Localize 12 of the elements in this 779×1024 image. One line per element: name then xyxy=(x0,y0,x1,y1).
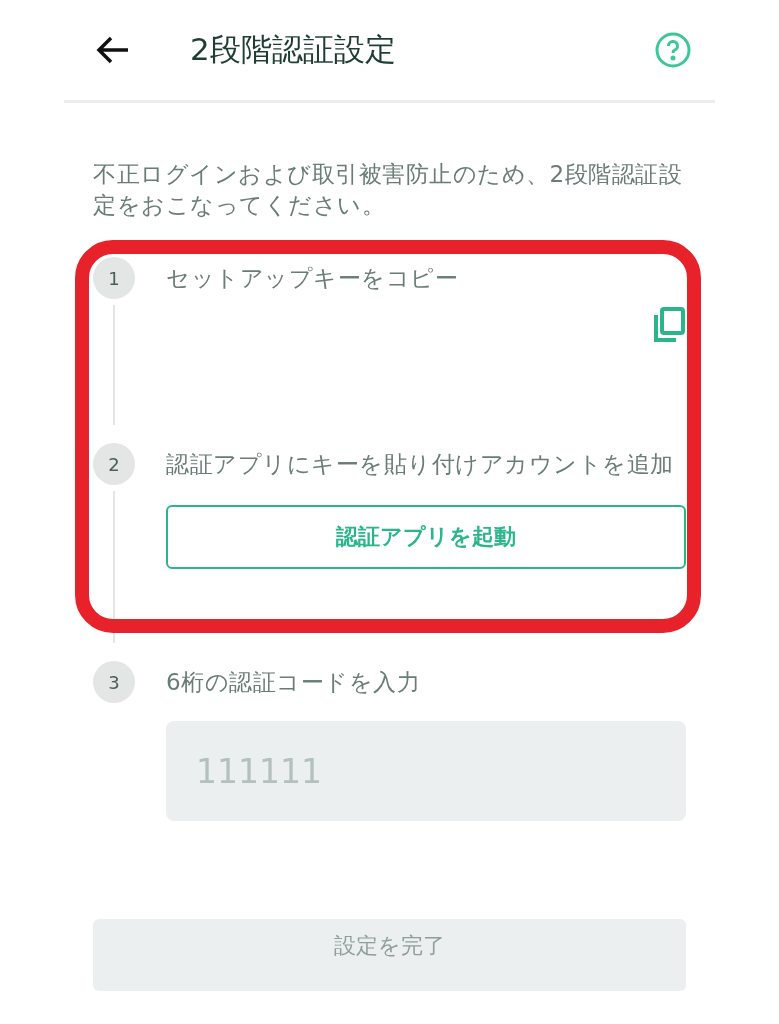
step-label: 6桁の認証コードを入力 xyxy=(166,668,422,697)
page-title: 2段階認証設定 xyxy=(190,30,397,69)
help-icon[interactable] xyxy=(655,32,691,68)
step-number: 1 xyxy=(93,257,135,299)
back-arrow-icon[interactable] xyxy=(96,36,130,64)
intro-text: 不正ログインおよび取引被害防止のため、2段階認証設定をおこなってください。 xyxy=(93,160,684,220)
step-label: セットアップキーをコピー xyxy=(166,264,459,293)
step-number: 3 xyxy=(93,661,135,703)
step-label: 認証アプリにキーを貼り付けアカウントを追加 xyxy=(166,450,675,479)
code-input-field[interactable]: 111111 xyxy=(166,721,686,821)
launch-app-button[interactable]: 認証アプリを起動 xyxy=(166,505,686,569)
step-number: 2 xyxy=(93,443,135,485)
